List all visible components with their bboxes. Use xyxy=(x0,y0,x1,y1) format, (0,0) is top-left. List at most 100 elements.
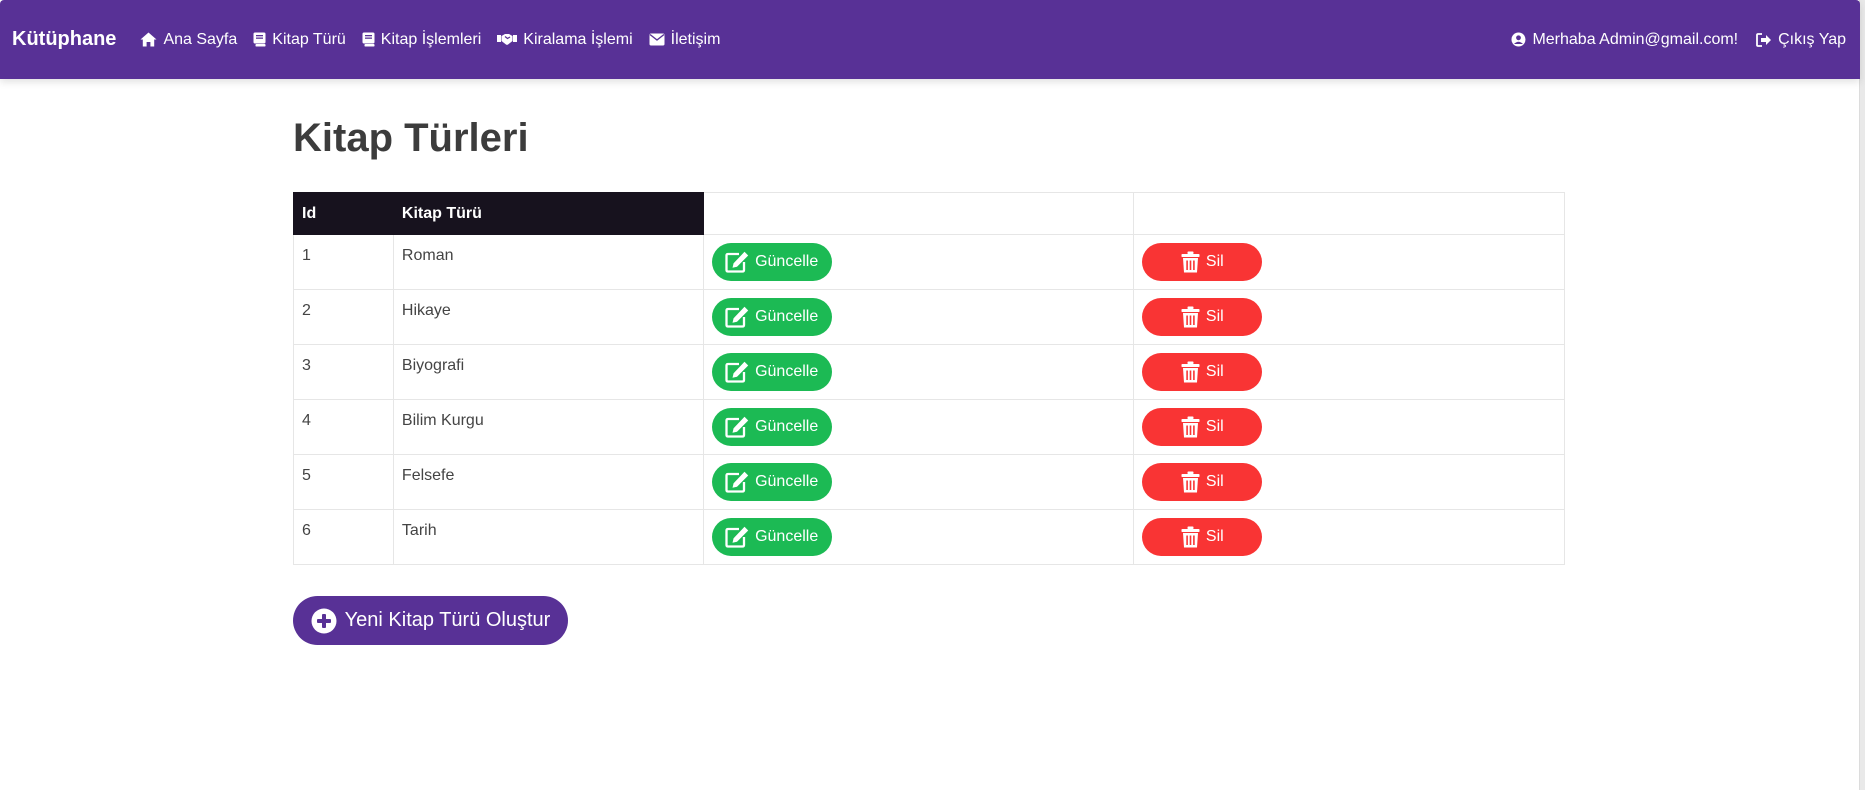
cell-id: 5 xyxy=(293,454,394,510)
genre-table: Id Kitap Türü 1 Roman Güncelle Sil 2 Hikaye Gü… xyxy=(293,192,1565,565)
brand-link[interactable]: Kütüphane xyxy=(12,28,116,51)
logout-label: Çıkış Yap xyxy=(1778,30,1846,48)
delete-button[interactable]: Sil xyxy=(1142,463,1263,501)
delete-button[interactable]: Sil xyxy=(1142,353,1263,391)
delete-label: Sil xyxy=(1205,528,1224,545)
create-genre-button[interactable]: Yeni Kitap Türü Oluştur xyxy=(293,596,568,645)
nav-item-kitap-islemleri[interactable]: Kitap İşlemleri xyxy=(362,31,481,49)
cell-id: 4 xyxy=(293,399,394,455)
delete-label: Sil xyxy=(1205,418,1224,435)
nav-right: Merhaba Admin@gmail.com! Çıkış Yap xyxy=(1493,31,1846,49)
update-label: Güncelle xyxy=(755,473,819,490)
nav-item-kiralama-islemi[interactable]: Kiralama İşlemi xyxy=(497,30,633,49)
cell-id: 6 xyxy=(293,509,394,565)
greeting-text: Merhaba Admin@gmail.com! xyxy=(1532,30,1739,48)
cell-update: Güncelle xyxy=(702,454,1135,510)
cell-id: 1 xyxy=(293,234,394,290)
edit-icon xyxy=(725,526,749,548)
header-blank xyxy=(702,192,1135,235)
scrollbar[interactable] xyxy=(1859,0,1865,790)
nav-label: Ana Sayfa xyxy=(163,30,238,48)
trash-icon xyxy=(1181,361,1200,383)
edit-icon xyxy=(725,361,749,383)
update-label: Güncelle xyxy=(755,363,819,380)
book-icon xyxy=(253,32,266,47)
home-icon xyxy=(140,32,157,47)
update-label: Güncelle xyxy=(755,528,819,545)
cell-delete: Sil xyxy=(1133,509,1565,565)
table-body: 1 Roman Güncelle Sil 2 Hikaye Güncelle Sil 3 Biyo… xyxy=(293,234,1565,565)
update-button[interactable]: Güncelle xyxy=(711,518,832,556)
sign-out-icon xyxy=(1756,32,1772,47)
delete-label: Sil xyxy=(1205,253,1224,270)
cell-id: 2 xyxy=(293,289,394,345)
header-id: Id xyxy=(293,192,394,235)
header-blank xyxy=(1133,192,1565,235)
handshake-icon xyxy=(497,32,518,47)
cell-update: Güncelle xyxy=(702,234,1135,290)
update-button[interactable]: Güncelle xyxy=(711,463,832,501)
table-row: 3 Biyografi Güncelle Sil xyxy=(293,344,1565,400)
trash-icon xyxy=(1181,306,1200,328)
cell-genre-name: Tarih xyxy=(392,509,704,565)
cell-genre-name: Felsefe xyxy=(392,454,704,510)
user-circle-icon xyxy=(1511,32,1526,47)
cell-id: 3 xyxy=(293,344,394,400)
nav-item-kitap-turu[interactable]: Kitap Türü xyxy=(253,31,346,49)
user-greeting[interactable]: Merhaba Admin@gmail.com! xyxy=(1511,31,1738,49)
nav-item-ana-sayfa[interactable]: Ana Sayfa xyxy=(140,31,237,49)
table-row: 1 Roman Güncelle Sil xyxy=(293,234,1565,290)
create-genre-label: Yeni Kitap Türü Oluştur xyxy=(344,609,551,631)
plus-circle-icon xyxy=(311,608,337,634)
trash-icon xyxy=(1181,416,1200,438)
cell-update: Güncelle xyxy=(702,344,1135,400)
cell-delete: Sil xyxy=(1133,399,1565,455)
update-button[interactable]: Güncelle xyxy=(711,243,832,281)
trash-icon xyxy=(1181,251,1200,273)
trash-icon xyxy=(1181,526,1200,548)
top-navbar: Kütüphane Ana Sayfa Kitap Türü Kitap İşl… xyxy=(0,0,1860,79)
header-kitap-turu: Kitap Türü xyxy=(392,192,704,235)
edit-icon xyxy=(725,416,749,438)
cell-update: Güncelle xyxy=(702,289,1135,345)
nav-label: Kitap İşlemleri xyxy=(380,30,482,48)
logout-link[interactable]: Çıkış Yap xyxy=(1756,31,1846,49)
nav-label: Kitap Türü xyxy=(272,30,346,48)
nav-item-iletisim[interactable]: İletişim xyxy=(649,30,721,49)
update-label: Güncelle xyxy=(755,253,819,270)
cell-delete: Sil xyxy=(1133,234,1565,290)
page-title: Kitap Türleri xyxy=(293,116,529,160)
cell-delete: Sil xyxy=(1133,454,1565,510)
update-button[interactable]: Güncelle xyxy=(711,408,832,446)
cell-genre-name: Bilim Kurgu xyxy=(392,399,704,455)
cell-genre-name: Hikaye xyxy=(392,289,704,345)
delete-label: Sil xyxy=(1205,308,1224,325)
delete-button[interactable]: Sil xyxy=(1142,298,1263,336)
edit-icon xyxy=(725,251,749,273)
delete-label: Sil xyxy=(1205,363,1224,380)
delete-label: Sil xyxy=(1205,473,1224,490)
cell-delete: Sil xyxy=(1133,344,1565,400)
update-button[interactable]: Güncelle xyxy=(711,298,832,336)
update-label: Güncelle xyxy=(755,308,819,325)
cell-genre-name: Roman xyxy=(392,234,704,290)
edit-icon xyxy=(725,471,749,493)
table-row: 5 Felsefe Güncelle Sil xyxy=(293,454,1565,510)
table-row: 2 Hikaye Güncelle Sil xyxy=(293,289,1565,345)
update-label: Güncelle xyxy=(755,418,819,435)
edit-icon xyxy=(725,306,749,328)
table-row: 6 Tarih Güncelle Sil xyxy=(293,509,1565,565)
table-header-row: Id Kitap Türü xyxy=(293,192,1565,235)
cell-delete: Sil xyxy=(1133,289,1565,345)
nav-label: Kiralama İşlemi xyxy=(523,30,633,48)
nav-label: İletişim xyxy=(670,30,721,48)
book-icon xyxy=(362,32,375,47)
cell-update: Güncelle xyxy=(702,509,1135,565)
trash-icon xyxy=(1181,471,1200,493)
delete-button[interactable]: Sil xyxy=(1142,408,1263,446)
nav-menu: Ana Sayfa Kitap Türü Kitap İşlemleri Kir… xyxy=(140,31,736,49)
delete-button[interactable]: Sil xyxy=(1142,518,1263,556)
update-button[interactable]: Güncelle xyxy=(711,353,832,391)
cell-update: Güncelle xyxy=(702,399,1135,455)
delete-button[interactable]: Sil xyxy=(1142,243,1263,281)
